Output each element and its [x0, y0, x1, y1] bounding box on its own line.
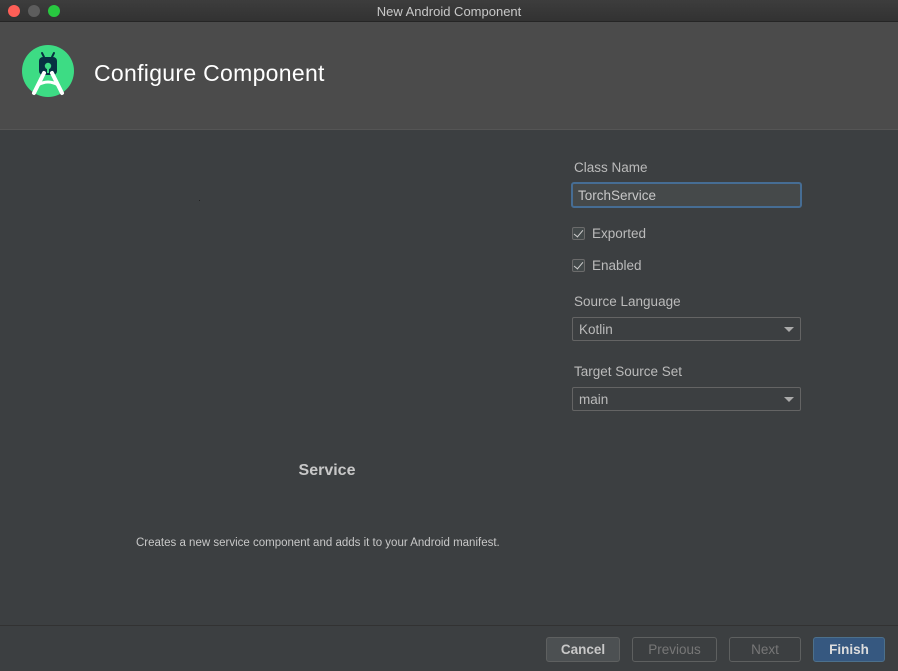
component-description: Creates a new service component and adds… — [136, 537, 500, 549]
source-language-label: Source Language — [574, 294, 681, 309]
enabled-checkbox-box[interactable] — [572, 258, 585, 272]
title-bar: New Android Component — [0, 0, 898, 22]
source-language-select[interactable]: Kotlin — [572, 317, 801, 341]
class-name-label: Class Name — [574, 160, 648, 175]
chevron-down-icon — [784, 396, 794, 402]
source-language-value: Kotlin — [579, 321, 613, 337]
wizard-header: Configure Component — [0, 22, 898, 130]
exported-label: Exported — [592, 225, 647, 241]
next-button[interactable]: Next — [729, 637, 801, 662]
enabled-label: Enabled — [592, 257, 642, 273]
class-name-input[interactable] — [571, 182, 802, 208]
previous-button[interactable]: Previous — [632, 637, 717, 662]
target-source-set-value: main — [579, 391, 609, 407]
wizard-content: Service Creates a new service component … — [0, 130, 898, 625]
window-title: New Android Component — [376, 4, 522, 19]
enabled-checkbox[interactable]: Enabled — [572, 257, 642, 273]
checkmark-icon — [573, 258, 584, 270]
android-studio-icon — [22, 45, 74, 97]
wizard-footer: Cancel Previous Next Finish — [0, 625, 898, 671]
target-source-set-select[interactable]: main — [572, 387, 801, 411]
cancel-button[interactable]: Cancel — [546, 637, 620, 662]
exported-checkbox-box[interactable] — [572, 226, 585, 240]
target-source-set-label: Target Source Set — [574, 364, 683, 379]
page-title: Configure Component — [94, 60, 325, 86]
component-name: Service — [298, 462, 356, 479]
chevron-down-icon — [784, 326, 794, 332]
preview-image — [199, 200, 200, 201]
checkmark-icon — [573, 226, 584, 238]
exported-checkbox[interactable]: Exported — [572, 225, 646, 241]
finish-button[interactable]: Finish — [813, 637, 885, 662]
